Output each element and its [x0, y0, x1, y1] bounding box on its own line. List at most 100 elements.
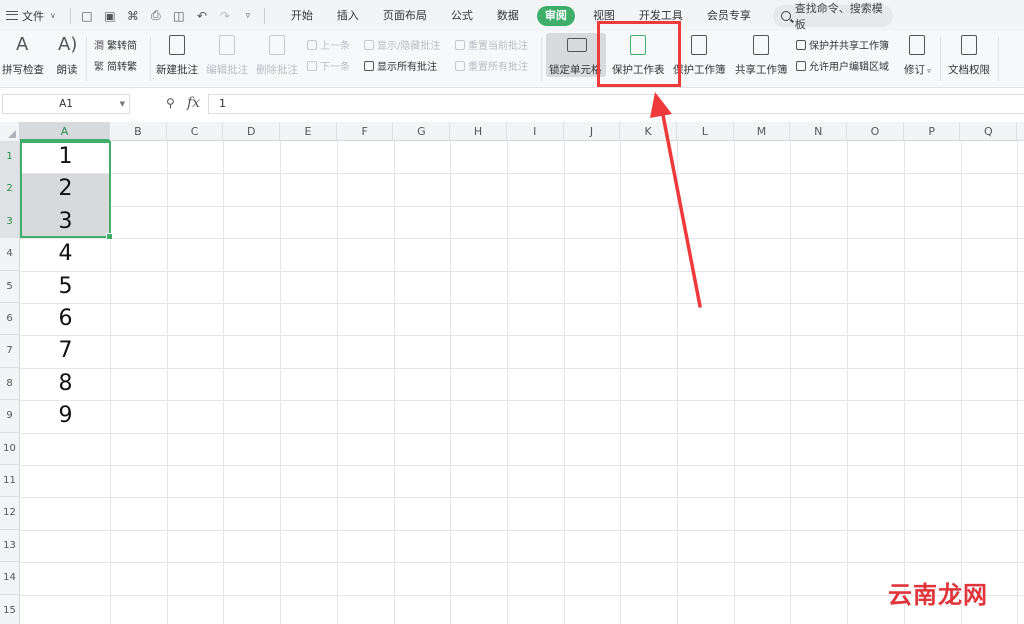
undo-icon[interactable]: ↶: [195, 9, 209, 23]
tab-insert[interactable]: 插入: [325, 6, 371, 26]
track-changes-button[interactable]: 修订 ▿: [904, 34, 931, 77]
format-painter-icon[interactable]: ⌘: [126, 9, 140, 23]
column-header-k[interactable]: K: [620, 122, 677, 141]
row-header-4[interactable]: 4: [0, 238, 20, 271]
delete-comment-icon: [269, 35, 285, 55]
row-header-6[interactable]: 6: [0, 303, 20, 336]
tab-page-layout[interactable]: 页面布局: [371, 6, 439, 26]
prev-comment-button[interactable]: 上一条: [307, 37, 350, 52]
command-search[interactable]: 查找命令、搜索模板: [772, 2, 893, 31]
row-header-11[interactable]: 11: [0, 465, 20, 498]
column-header-i[interactable]: I: [507, 122, 564, 141]
column-header-o[interactable]: O: [847, 122, 904, 141]
chevron-down-icon: ∨: [50, 11, 56, 20]
print-preview-icon[interactable]: ◫: [172, 9, 186, 23]
row-header-2[interactable]: 2: [0, 173, 20, 206]
column-header-g[interactable]: G: [394, 122, 451, 141]
next-comment-button[interactable]: 下一条: [307, 58, 350, 73]
chevron-down-icon: ▿: [925, 67, 931, 75]
column-gridline: [223, 141, 225, 624]
new-comment-label: 新建批注: [156, 64, 198, 76]
row-header-8[interactable]: 8: [0, 367, 20, 401]
column-header-f[interactable]: F: [337, 122, 394, 141]
customize-qa-icon[interactable]: ▿: [241, 11, 255, 21]
spreadsheet-grid[interactable]: ABCDEFGHIJKLMNOPQ 1 2 3 4 5 6 7 8 9 10 11 12 13 14 15 …: [0, 122, 1024, 624]
column-header-d[interactable]: D: [223, 122, 281, 141]
row-header-10[interactable]: 10: [0, 432, 20, 465]
spell-check-button[interactable]: A 拼写检查: [2, 34, 44, 77]
next-comment-icon: [307, 60, 317, 71]
cell-a9[interactable]: 9: [21, 400, 110, 432]
protect-and-share-button[interactable]: 保护并共享工作簿: [796, 37, 889, 52]
new-comment-button[interactable]: 新建批注: [156, 34, 198, 77]
lock-cell-icon: [567, 38, 588, 52]
reset-all-comments-button[interactable]: 重置所有批注: [455, 58, 528, 73]
simp-to-trad-button[interactable]: 繁 简转繁: [94, 58, 137, 73]
column-header-j[interactable]: J: [564, 122, 621, 141]
column-header-a[interactable]: A: [20, 122, 110, 141]
show-all-comments-button[interactable]: 显示所有批注: [364, 58, 437, 73]
row-gridline: [20, 205, 1024, 207]
column-header-e[interactable]: E: [280, 122, 337, 141]
share-workbook-icon: [753, 35, 770, 55]
column-header-h[interactable]: H: [450, 122, 507, 141]
row-header-5[interactable]: 5: [0, 270, 20, 303]
column-header-n[interactable]: N: [790, 122, 848, 141]
fx-icon[interactable]: fx: [187, 95, 200, 111]
row-header-1[interactable]: 1: [0, 141, 20, 174]
tab-member[interactable]: 会员专享: [695, 6, 763, 26]
file-menu[interactable]: 文件 ∨: [0, 8, 56, 24]
row-header-15[interactable]: 15: [0, 594, 20, 624]
lock-cell-button[interactable]: 锁定单元格: [549, 34, 602, 77]
allow-edit-ranges-button[interactable]: 允许用户编辑区域: [796, 58, 889, 73]
name-box[interactable]: A1 ▼: [2, 94, 130, 114]
read-aloud-button[interactable]: A) 朗读: [56, 34, 78, 77]
row-header-14[interactable]: 14: [0, 562, 20, 595]
formula-input[interactable]: 1: [208, 94, 1024, 114]
row-gridline: [20, 497, 1024, 499]
track-changes-icon: [909, 35, 926, 55]
doc-permissions-icon: [961, 35, 977, 55]
name-box-value: A1: [59, 98, 73, 110]
cell-a8[interactable]: 8: [21, 368, 110, 400]
redo-icon[interactable]: ↷: [218, 9, 232, 23]
cell-a5[interactable]: 5: [21, 271, 110, 303]
select-all-corner[interactable]: [0, 122, 20, 141]
cell-a6[interactable]: 6: [21, 303, 110, 335]
column-header-p[interactable]: P: [904, 122, 961, 141]
column-header-m[interactable]: M: [734, 122, 791, 141]
tab-home[interactable]: 开始: [279, 6, 325, 26]
row-header-9[interactable]: 9: [0, 400, 20, 433]
share-workbook-button[interactable]: 共享工作簿: [735, 34, 788, 77]
new-file-icon[interactable]: □: [80, 9, 94, 23]
cell-a7[interactable]: 7: [21, 335, 110, 367]
column-header-l[interactable]: L: [677, 122, 734, 141]
doc-permissions-button[interactable]: 文档权限: [948, 34, 990, 77]
row-header-7[interactable]: 7: [0, 335, 20, 368]
row-header-12[interactable]: 12: [0, 497, 20, 530]
reset-all-comments-icon: [455, 60, 465, 71]
print-icon[interactable]: ⎙: [149, 8, 163, 23]
tab-data[interactable]: 数据: [485, 6, 531, 26]
divider: [263, 7, 265, 24]
zoom-search-icon[interactable]: ⚲: [166, 96, 175, 110]
row-header-3[interactable]: 3: [0, 205, 20, 239]
reset-current-comment-button[interactable]: 重置当前批注: [455, 37, 528, 52]
column-header-q[interactable]: Q: [961, 122, 1018, 141]
column-gridline: [280, 141, 282, 624]
column-header-c[interactable]: C: [167, 122, 224, 141]
show-hide-comment-button[interactable]: 显示/隐藏批注: [364, 37, 440, 52]
cell-a4[interactable]: 4: [21, 238, 110, 270]
tab-review[interactable]: 审阅: [536, 5, 575, 26]
column-header-b[interactable]: B: [110, 122, 167, 141]
trad-to-simp-button[interactable]: 澗 繁转简: [94, 37, 137, 52]
column-gridline: [903, 141, 905, 624]
save-icon[interactable]: ▣: [103, 9, 117, 23]
tab-formulas[interactable]: 公式: [439, 6, 485, 26]
row-gridline: [20, 173, 1024, 175]
show-all-comments-label: 显示所有批注: [377, 62, 437, 73]
edit-comment-button[interactable]: 编辑批注: [206, 34, 248, 77]
simp-to-trad-label: 简转繁: [107, 62, 137, 73]
row-header-13[interactable]: 13: [0, 529, 20, 563]
delete-comment-button[interactable]: 删除批注: [256, 34, 298, 77]
